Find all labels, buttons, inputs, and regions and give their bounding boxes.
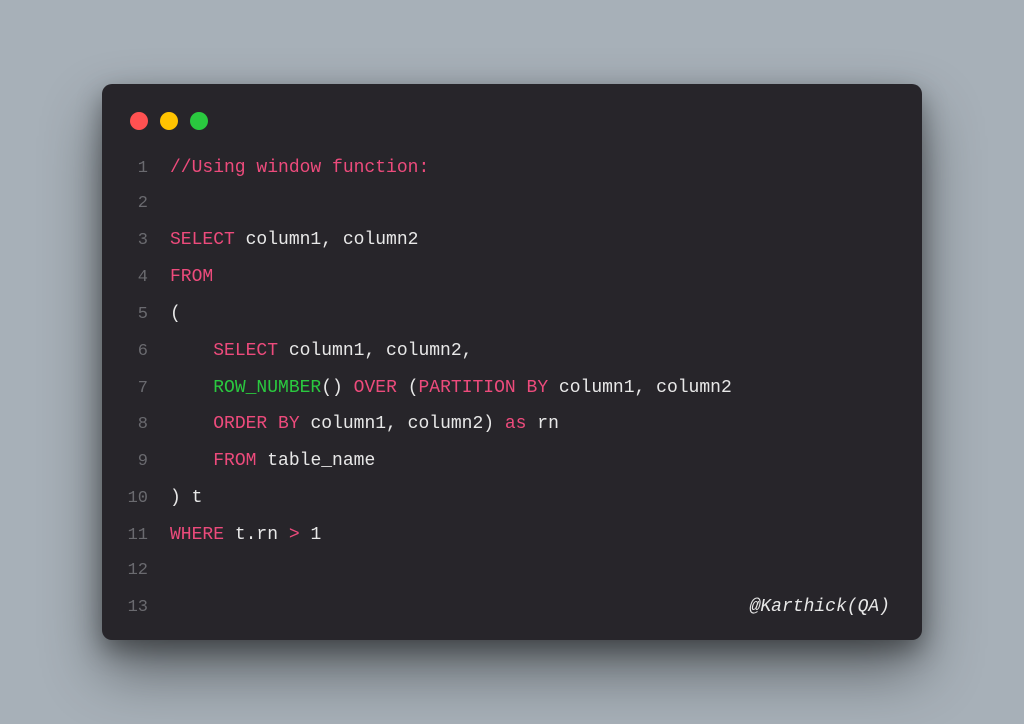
code-line: 7 ROW_NUMBER() OVER (PARTITION BY column… [126,370,898,407]
text-token: rn [526,414,558,434]
line-number: 12 [126,554,170,589]
text-token: ( [170,304,181,324]
attribution-text: @Karthick(QA) [170,589,898,626]
line-number: 9 [126,445,170,480]
line-number: 13 [126,591,170,626]
code-line: 8 ORDER BY column1, column2) as rn [126,406,898,443]
keyword-token: ORDER BY [213,414,299,434]
text-token: 1 [300,525,322,545]
traffic-lights [126,104,898,146]
line-number: 2 [126,187,170,222]
line-number: 8 [126,408,170,443]
code-line: 10 ) t [126,480,898,517]
line-number: 11 [126,519,170,554]
text-token: ( [397,378,419,398]
code-content: //Using window function: [170,150,898,187]
function-token: ROW_NUMBER [213,378,321,398]
code-line: 12 [126,554,898,589]
code-content: WHERE t.rn > 1 [170,517,898,554]
text-token: column1, column2 [548,378,732,398]
text-token [343,378,354,398]
code-line: 6 SELECT column1, column2, [126,333,898,370]
text-token: column1, column2) [300,414,505,434]
indent [170,414,213,434]
code-content: FROM table_name [170,443,898,480]
keyword-token: PARTITION BY [419,378,549,398]
keyword-token: OVER [354,378,397,398]
line-number: 7 [126,372,170,407]
code-line: 1 //Using window function: [126,150,898,187]
code-line: 9 FROM table_name [126,443,898,480]
text-token: t.rn [224,525,289,545]
code-line: 5 ( [126,296,898,333]
text-token: column1, column2 [235,230,419,250]
keyword-token: FROM [170,267,213,287]
code-area: 1 //Using window function: 2 3 SELECT co… [126,146,898,625]
code-window: 1 //Using window function: 2 3 SELECT co… [102,84,922,639]
code-content: ORDER BY column1, column2) as rn [170,406,898,443]
code-line: 11 WHERE t.rn > 1 [126,517,898,554]
code-content: FROM [170,259,898,296]
comment-token: //Using window function: [170,158,429,178]
keyword-token: WHERE [170,525,224,545]
indent [170,378,213,398]
keyword-token: as [505,414,527,434]
code-line: 13 @Karthick(QA) [126,589,898,626]
maximize-icon[interactable] [190,112,208,130]
line-number: 1 [126,152,170,187]
text-token: column1, column2, [278,341,472,361]
code-content: SELECT column1, column2, [170,333,898,370]
text-token: table_name [256,451,375,471]
code-content: ROW_NUMBER() OVER (PARTITION BY column1,… [170,370,898,407]
code-content: ( [170,296,898,333]
line-number: 5 [126,298,170,333]
line-number: 6 [126,335,170,370]
indent [170,451,213,471]
code-content: SELECT column1, column2 [170,222,898,259]
code-content: ) t [170,480,898,517]
line-number: 3 [126,224,170,259]
minimize-icon[interactable] [160,112,178,130]
indent [170,341,213,361]
keyword-token: SELECT [170,230,235,250]
keyword-token: FROM [213,451,256,471]
text-token: () [321,378,343,398]
line-number: 10 [126,482,170,517]
text-token: ) t [170,488,202,508]
line-number: 4 [126,261,170,296]
code-line: 4 FROM [126,259,898,296]
code-line: 2 [126,187,898,222]
keyword-token: SELECT [213,341,278,361]
code-line: 3 SELECT column1, column2 [126,222,898,259]
close-icon[interactable] [130,112,148,130]
operator-token: > [289,525,300,545]
